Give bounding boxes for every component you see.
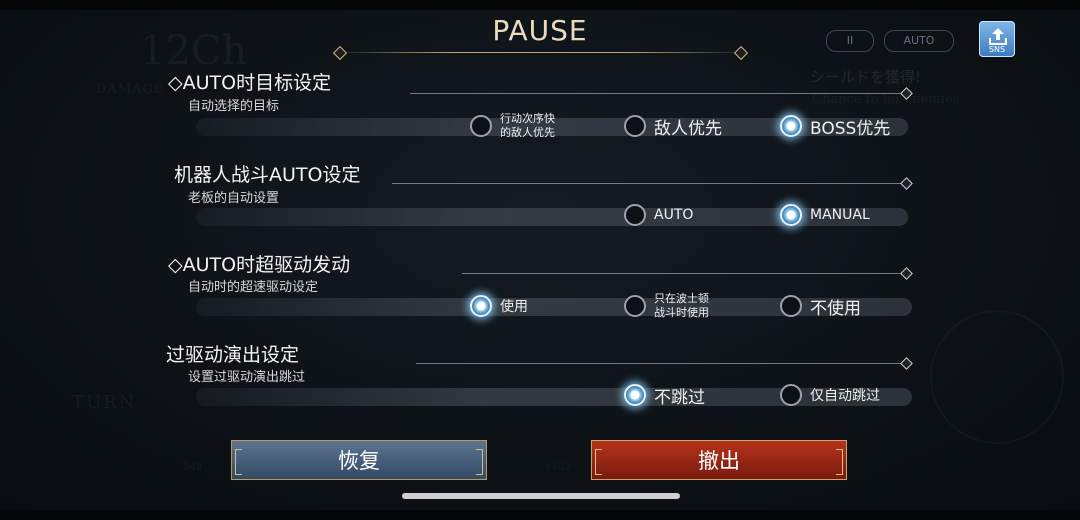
option-enemy-priority-label: 敌人优先 (654, 118, 722, 139)
dim-overlay (0, 10, 1080, 510)
resume-left-cap (235, 449, 242, 475)
quit-right-cap (836, 449, 843, 475)
section-overdrive-anim-subtitle: 设置过驱动演出跳过 (188, 370, 306, 385)
section-auto-target-title: ◇AUTO时目标设定 (168, 72, 332, 94)
resume-label: 恢复 (338, 449, 380, 473)
quit-left-cap (595, 449, 602, 475)
home-indicator[interactable] (402, 493, 680, 499)
option-anim-no-skip[interactable]: 不跳过 (624, 380, 705, 410)
bg-pause-button: II (826, 30, 874, 52)
section-auto-target-subtitle: 自动选择的目标 (188, 99, 280, 114)
option-anim-auto-skip-label: 仅自动跳过 (810, 388, 880, 404)
option-robot-auto[interactable]: AUTO (624, 200, 693, 230)
option-robot-manual[interactable]: MANUAL (780, 200, 870, 230)
option-robot-manual-label: MANUAL (810, 207, 870, 223)
resume-button[interactable]: 恢复 (231, 440, 487, 480)
radio-overdrive-use[interactable] (470, 295, 492, 317)
radio-robot-auto[interactable] (624, 204, 646, 226)
bg-auto-button: AUTO (884, 30, 954, 52)
header-left-diamond (332, 45, 348, 61)
option-anim-no-skip-label: 不跳过 (654, 387, 705, 408)
section-overdrive-subtitle: 自动时的超速驱动设定 (188, 280, 319, 295)
section-robot-auto-title: 机器人战斗AUTO设定 (174, 164, 361, 186)
option-overdrive-use-label: 使用 (500, 299, 528, 315)
radio-robot-manual[interactable] (780, 204, 802, 226)
option-anim-auto-skip[interactable]: 仅自动跳过 (780, 380, 880, 410)
option-speed-priority[interactable]: 行动次序快 的敌人优先 (470, 111, 555, 141)
radio-overdrive-none[interactable] (780, 295, 802, 317)
option-enemy-priority[interactable]: 敌人优先 (624, 111, 722, 141)
section-overdrive-anim-rule (416, 363, 904, 364)
option-overdrive-none[interactable]: 不使用 (780, 291, 861, 321)
radio-anim-auto-skip[interactable] (780, 384, 802, 406)
pause-header: PAUSE (330, 10, 750, 61)
option-overdrive-boss-only-label: 只在波士顿 战斗时使用 (654, 292, 709, 319)
header-right-diamond (733, 45, 749, 61)
radio-boss-priority[interactable] (780, 115, 802, 137)
section-auto-target-rule (410, 93, 904, 94)
option-robot-auto-label: AUTO (654, 207, 694, 223)
section-robot-auto-rule (392, 183, 904, 184)
radio-overdrive-boss-only[interactable] (624, 295, 646, 317)
option-boss-priority[interactable]: BOSS优先 (780, 111, 890, 141)
option-speed-priority-label: 行动次序快 的敌人优先 (500, 112, 555, 139)
radio-speed-priority[interactable] (470, 115, 492, 137)
option-overdrive-boss-only[interactable]: 只在波士顿 战斗时使用 (624, 291, 709, 321)
radio-enemy-priority[interactable] (624, 115, 646, 137)
page-title: PAUSE (492, 14, 588, 47)
radio-anim-no-skip[interactable] (624, 384, 646, 406)
header-rule (330, 52, 750, 53)
sns-label: SNS (988, 45, 1006, 54)
pause-screen: 12Ch DAMAGE シールドを獲得! Chance to hit enemi… (0, 10, 1080, 510)
section-overdrive-title: ◇AUTO时超驱动发动 (168, 254, 351, 276)
section-overdrive-anim-title: 过驱动演出设定 (166, 344, 300, 366)
quit-button[interactable]: 撤出 (591, 440, 847, 480)
section-robot-auto-subtitle: 老板的自动设置 (188, 191, 280, 206)
section-overdrive-rule (462, 273, 904, 274)
option-boss-priority-label: BOSS优先 (810, 118, 891, 139)
quit-label: 撤出 (698, 449, 740, 473)
option-overdrive-use[interactable]: 使用 (470, 291, 528, 321)
sns-share-button[interactable]: SNS (979, 21, 1015, 57)
option-overdrive-none-label: 不使用 (810, 298, 861, 319)
resume-right-cap (476, 449, 483, 475)
